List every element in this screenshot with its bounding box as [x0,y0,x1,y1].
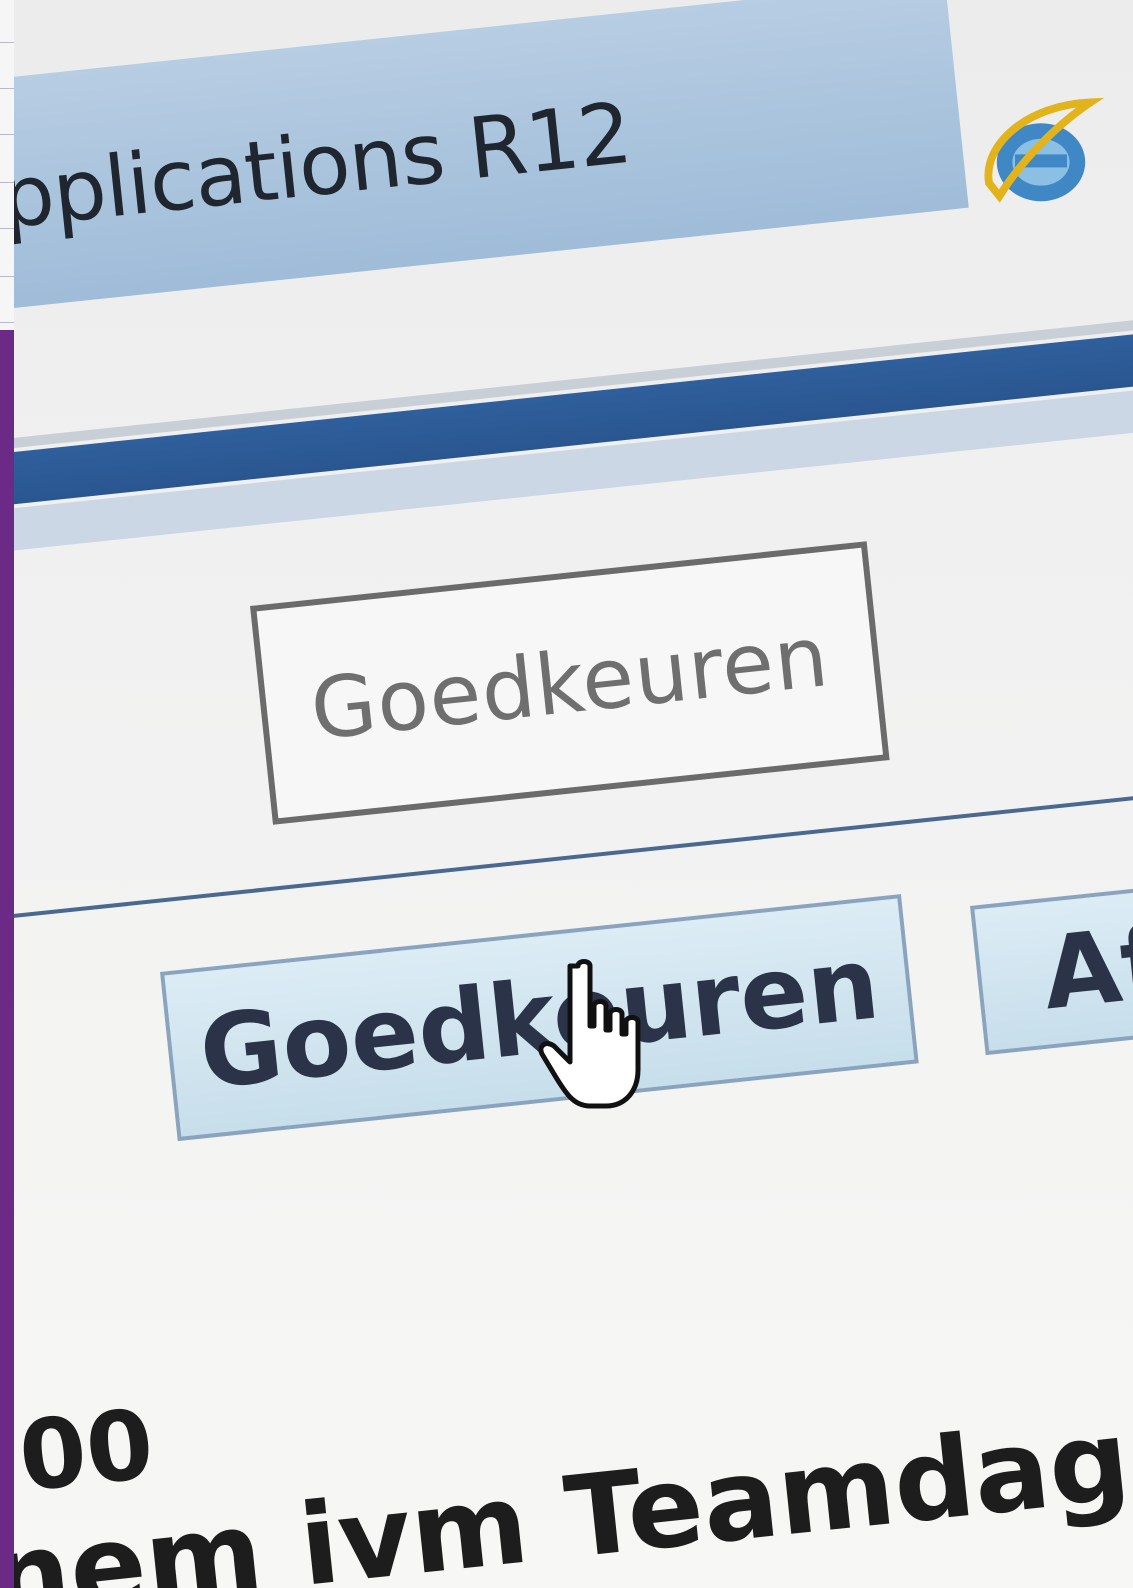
internet-explorer-icon[interactable] [976,92,1106,222]
description-text: nem ivm Teamdag TVM [14,1363,1133,1588]
hand-pointer-icon [538,959,641,1109]
separator-line [14,790,1133,920]
approve-button-outline[interactable]: Goedkeuren [250,541,890,825]
next-action-button[interactable]: Af [970,880,1133,1056]
amount-text: 00 [14,1388,159,1514]
left-ruled-strip [0,0,14,330]
panel-header-band [14,314,1133,580]
application-screen: pplications R12 Goedkeuren Goedkeuren Af… [14,0,1133,1588]
